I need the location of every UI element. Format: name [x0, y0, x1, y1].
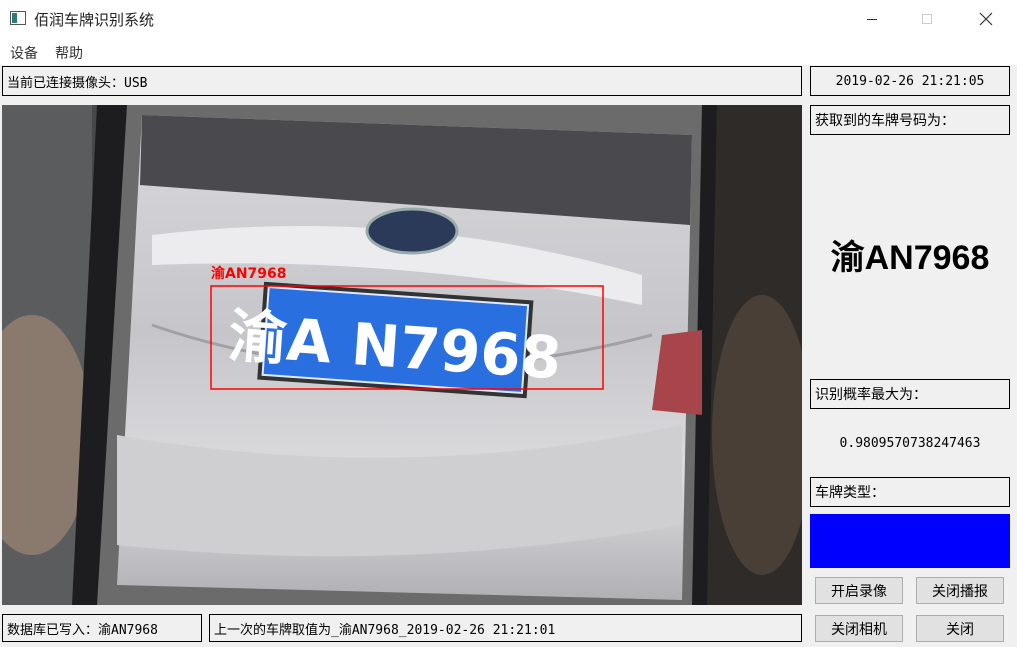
- maximize-button[interactable]: [904, 0, 950, 37]
- db-status: 数据库已写入：渝AN7968: [2, 614, 202, 642]
- plate-type-color: [810, 514, 1010, 568]
- start-record-button[interactable]: 开启录像: [815, 577, 903, 604]
- minimize-button[interactable]: [849, 0, 895, 37]
- last-plate-status: 上一次的车牌取值为_渝AN7968_2019-02-26 21:21:01: [209, 614, 802, 642]
- probability-value: 0.9809570738247463: [839, 436, 981, 451]
- close-camera-button[interactable]: 关闭相机: [815, 615, 903, 642]
- camera-feed: 渝A N7968 渝AN7968: [2, 105, 802, 605]
- app-icon: [10, 11, 26, 25]
- minimize-icon: [867, 18, 877, 20]
- close-icon: [979, 12, 993, 25]
- close-button[interactable]: 关闭: [916, 615, 1004, 642]
- maximize-icon: [922, 13, 932, 24]
- detection-label: 渝AN7968: [211, 265, 287, 282]
- title-bar: 佰润车牌识别系统: [0, 0, 1017, 37]
- plate-heading: 获取到的车牌号码为：: [810, 105, 1010, 135]
- stop-playback-button[interactable]: 关闭播报: [916, 577, 1004, 604]
- close-window-button[interactable]: [963, 0, 1009, 37]
- menu-device[interactable]: 设备: [10, 43, 38, 63]
- menu-help[interactable]: 帮助: [55, 43, 83, 63]
- menu-bar: 设备 帮助: [0, 37, 1017, 65]
- window-title: 佰润车牌识别系统: [34, 11, 155, 29]
- probability-heading: 识别概率最大为：: [810, 379, 1010, 409]
- camera-status: 当前已连接摄像头：USB: [2, 66, 802, 96]
- datetime-display: 2019-02-26 21:21:05: [810, 66, 1010, 96]
- plate-result: 渝AN7968: [830, 239, 990, 277]
- plate-type-heading: 车牌类型：: [810, 477, 1010, 507]
